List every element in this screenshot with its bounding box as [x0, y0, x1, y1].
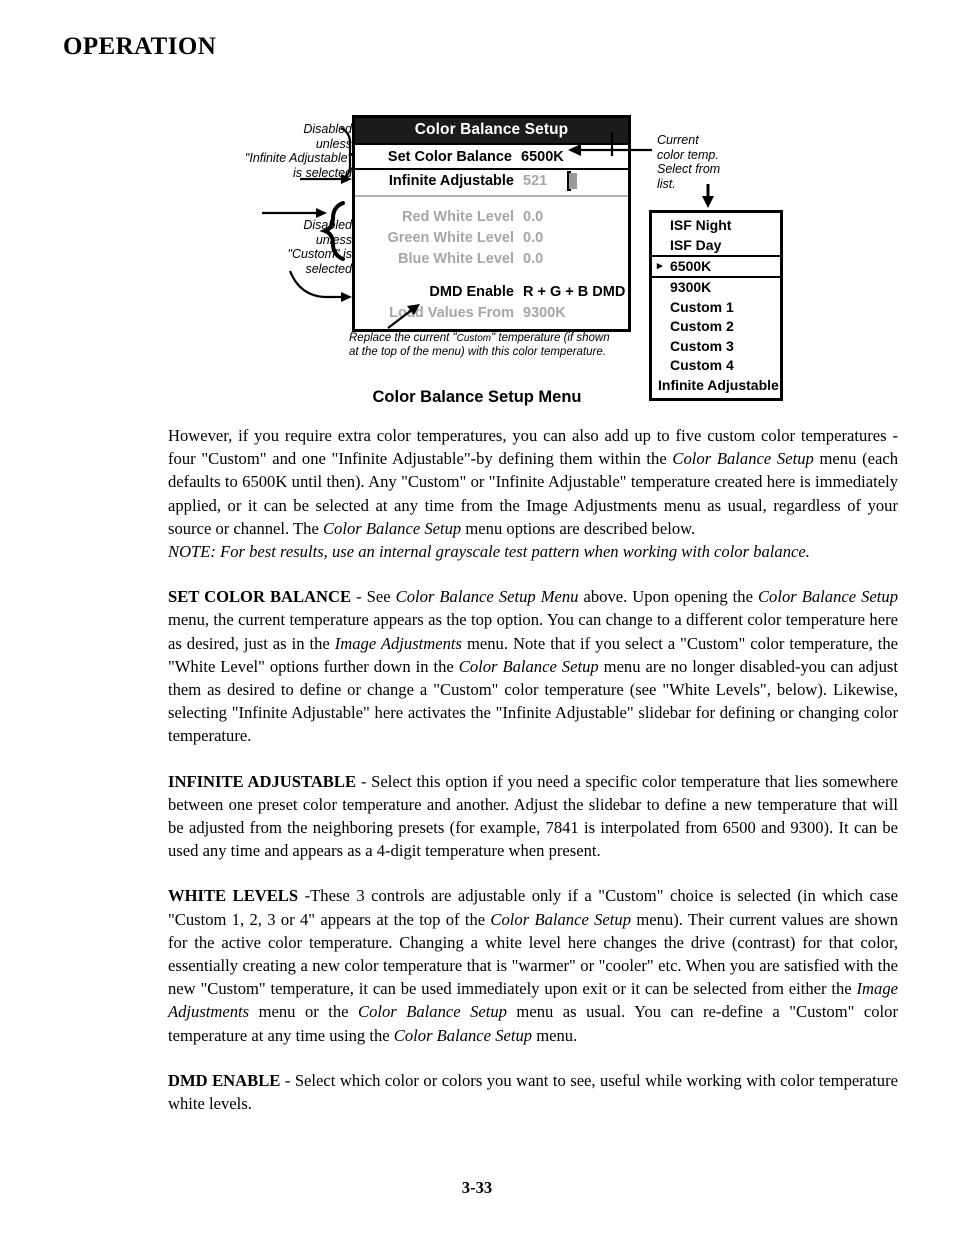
dropdown-item-custom-2[interactable]: ▸ Custom 2: [652, 317, 780, 337]
dropdown-item-label: ISF Night: [670, 217, 732, 233]
osd-value-blue-white-level: 0.0: [523, 250, 544, 267]
dropdown-item-isf-day[interactable]: ▸ ISF Day: [652, 236, 780, 256]
slidebar-fill: [569, 172, 577, 189]
selection-marker-icon: ▸: [657, 260, 663, 272]
paragraph-dmd-enable: DMD ENABLE - Select which color or color…: [168, 1069, 898, 1115]
p4-i3b: Setup: [470, 1002, 507, 1022]
osd-row-set-color-balance[interactable]: Set Color Balance 6500K: [355, 143, 628, 170]
p4-t3: menu or the: [249, 1002, 359, 1022]
note-text-custom: Custom: [456, 333, 492, 344]
p1-text-3: menu options are described below.: [461, 518, 696, 538]
osd-row-blue-white-level[interactable]: Blue White Level 0.0: [355, 248, 628, 269]
annotation-disabled-unless-custom: Disabled unless "Custom" is selected: [287, 218, 352, 276]
dropdown-item-custom-1[interactable]: ▸ Custom 1: [652, 298, 780, 318]
osd-value-load-values-from: 9300K: [523, 304, 566, 321]
p2-i4: Color Balance Setup: [458, 656, 599, 676]
p2-heading: SET COLOR BALANCE: [168, 587, 352, 607]
p4-i4: Color Balance Setup: [393, 1025, 533, 1045]
osd-row-load-values-from[interactable]: Load Values From 9300K: [355, 302, 628, 323]
dropdown-item-custom-4[interactable]: ▸ Custom 4: [652, 356, 780, 376]
p2-t2: above. Upon opening the: [578, 587, 758, 607]
dropdown-item-label: 9300K: [670, 279, 712, 295]
dropdown-item-label: ISF Day: [670, 236, 722, 253]
paragraph-set-color-balance: SET COLOR BALANCE - See Color Balance Se…: [168, 585, 898, 747]
p4-i3: Color Balance: [358, 1002, 461, 1022]
osd-value-red-white-level: 0.0: [523, 208, 544, 225]
osd-label-infinite-adjustable: Infinite Adjustable: [388, 172, 514, 189]
p4-t5: menu.: [532, 1025, 578, 1045]
p4-heading: WHITE LEVELS: [168, 886, 299, 906]
arrow-head-load-values: [341, 292, 352, 302]
page-title: OPERATION: [63, 33, 217, 60]
dropdown-color-temperature-list[interactable]: ▸ ISF Night ▸ ISF Day ▸ 6500K ▸ 9300K ▸ …: [649, 210, 783, 401]
osd-row-green-white-level[interactable]: Green White Level 0.0: [355, 227, 628, 248]
note-text-part-2: " temperature (if shown: [491, 332, 610, 344]
dropdown-item-label: 6500K: [670, 258, 712, 274]
osd-spacer-2: [355, 269, 628, 281]
osd-row-dmd-enable[interactable]: DMD Enable R + G + B DMD: [355, 281, 628, 302]
osd-label-red-white-level: Red White Level: [402, 208, 514, 225]
p5-heading: DMD ENABLE: [168, 1070, 281, 1090]
figure-caption: Color Balance Setup Menu: [372, 388, 582, 406]
dropdown-item-label: Custom 2: [670, 318, 734, 334]
paragraph-white-levels: WHITE LEVELS -These 3 controls are adjus…: [168, 884, 898, 1046]
p3-heading: INFINITE ADJUSTABLE: [168, 771, 357, 791]
p2-i2: Color Balance Setup: [757, 587, 898, 607]
osd-label-green-white-level: Green White Level: [387, 229, 514, 246]
dropdown-item-label: Custom 4: [670, 357, 734, 373]
p2-t1: - See: [351, 587, 396, 607]
osd-top-section: Set Color Balance 6500K Infinite Adjusta…: [355, 143, 628, 191]
dropdown-item-custom-3[interactable]: ▸ Custom 3: [652, 337, 780, 357]
osd-value-dmd-enable: R + G + B DMD: [523, 283, 626, 300]
dropdown-item-label: Custom 1: [670, 298, 734, 315]
osd-value-green-white-level: 0.0: [523, 229, 544, 246]
paragraph-infinite-adjustable: INFINITE ADJUSTABLE - Select this option…: [168, 770, 898, 863]
p1-italic-1: Color Balance Setup: [672, 449, 814, 469]
osd-label-set-color-balance: Set Color Balance: [387, 148, 512, 165]
osd-color-balance-setup-menu: Color Balance Setup Set Color Balance 65…: [352, 115, 631, 332]
osd-label-dmd-enable: DMD Enable: [429, 283, 514, 300]
osd-title-bar: Color Balance Setup: [355, 118, 628, 143]
dropdown-item-6500k[interactable]: ▸ 6500K: [652, 255, 780, 278]
annotation-current-color-temp: Current color temp. Select from list.: [657, 133, 721, 191]
dropdown-item-9300k[interactable]: ▸ 9300K: [652, 278, 780, 298]
osd-row-red-white-level[interactable]: Red White Level 0.0: [355, 206, 628, 227]
paragraph-intro: However, if you require extra color temp…: [168, 424, 898, 540]
p2-i1: Color Balance Setup Menu: [395, 587, 579, 607]
osd-label-load-values-from: Load Values From: [389, 304, 514, 321]
figure-color-balance-setup: Disabled unless "Infinite Adjustable" is…: [0, 100, 954, 410]
osd-slider-value: 521: [523, 172, 548, 189]
page-number: 3-33: [461, 1178, 493, 1197]
slidebar-track[interactable]: [567, 170, 577, 191]
arrow-head-white-levels: [316, 208, 327, 218]
dropdown-item-label: Custom 3: [670, 337, 734, 354]
body-text: However, if you require extra color temp…: [168, 424, 898, 1115]
dropdown-item-isf-night[interactable]: ▸ ISF Night: [652, 216, 780, 236]
osd-value-set-color-balance: 6500K: [521, 148, 564, 165]
osd-spacer: [355, 197, 628, 206]
note-text-part-1: Replace the current ": [349, 332, 457, 344]
osd-slidebar[interactable]: [567, 170, 577, 191]
arrow-head-dropdown: [702, 196, 714, 208]
annotation-disabled-unless-infinite-adjustable: Disabled unless "Infinite Adjustable" is…: [244, 122, 352, 180]
note-text-line-2: at the top of the menu) with this color …: [349, 345, 606, 358]
osd-bottom-pad: [355, 323, 628, 329]
figure-note-load-values: Replace the current "Custom" temperature…: [349, 332, 649, 359]
paragraph-note: NOTE: For best results, use an internal …: [168, 542, 810, 562]
osd-label-blue-white-level: Blue White Level: [397, 250, 514, 267]
p4-i1: Color Balance Setup: [490, 909, 632, 929]
p1-italic-2: Color Balance Setup: [322, 518, 462, 538]
osd-row-infinite-adjustable[interactable]: Infinite Adjustable 521: [355, 170, 628, 191]
osd-value-infinite-adjustable: 521: [523, 170, 628, 191]
p2-i3: Image Adjustments: [334, 633, 462, 653]
